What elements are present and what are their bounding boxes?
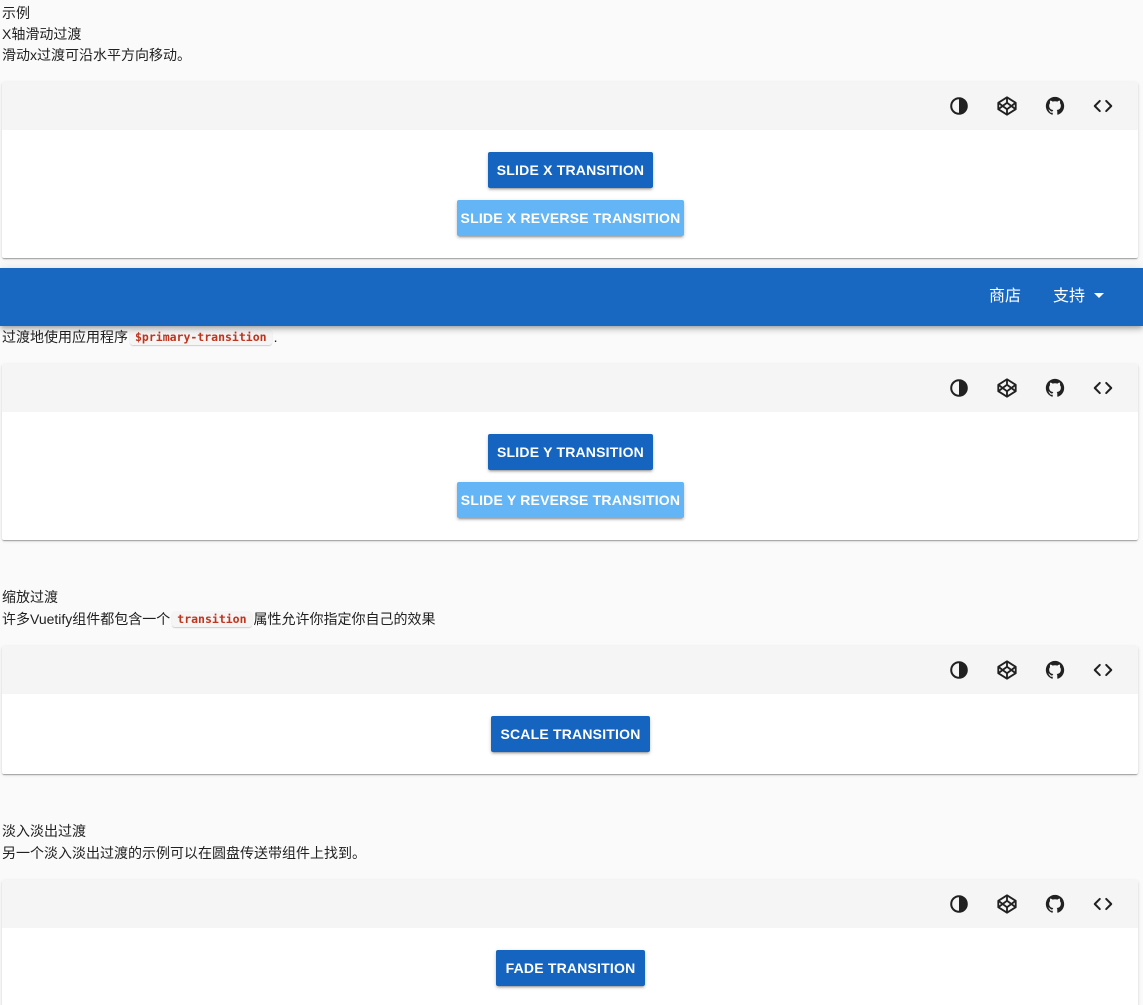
codepen-icon[interactable]	[995, 376, 1019, 400]
scale-description-before: 许多Vuetify组件都包含一个	[2, 611, 171, 627]
chevron-down-icon	[1094, 293, 1105, 298]
scale-heading: 缩放过渡	[2, 589, 58, 605]
primary-transition-text: 过渡地使用应用程序 $primary-transition.	[2, 327, 277, 348]
invert-colors-icon[interactable]	[947, 892, 971, 916]
fade-description: 另一个淡入淡出过渡的示例可以在圆盘传送带组件上找到。	[2, 845, 366, 861]
example-toolbar	[2, 880, 1138, 928]
slide-x-reverse-transition-button[interactable]: SLIDE X REVERSE TRANSITION	[457, 200, 684, 236]
primary-transition-code: $primary-transition	[130, 329, 272, 345]
section-subheading: X轴滑动过渡	[2, 26, 82, 42]
code-icon[interactable]	[1091, 658, 1115, 682]
invert-colors-icon[interactable]	[947, 376, 971, 400]
invert-colors-icon[interactable]	[947, 94, 971, 118]
transition-code: transition	[172, 611, 252, 627]
example-card-slide-x: SLIDE X TRANSITION SLIDE X REVERSE TRANS…	[2, 82, 1138, 258]
app-bar: 商店 支持	[0, 268, 1143, 326]
primary-transition-text-after: .	[273, 329, 278, 345]
example-card-slide-y: SLIDE Y TRANSITION SLIDE Y REVERSE TRANS…	[2, 364, 1138, 540]
page: 示例 X轴滑动过渡 滑动x过渡可沿水平方向移动。 SLIDE X TRANSIT…	[0, 0, 1143, 1005]
store-link[interactable]: 商店	[989, 287, 1021, 307]
scale-transition-button[interactable]: SCALE TRANSITION	[491, 716, 650, 752]
fade-heading: 淡入淡出过渡	[2, 823, 86, 839]
code-icon[interactable]	[1091, 892, 1115, 916]
slide-y-reverse-transition-button[interactable]: SLIDE Y REVERSE TRANSITION	[457, 482, 684, 518]
example-body: FADE TRANSITION	[2, 928, 1138, 1005]
example-card-fade: FADE TRANSITION	[2, 880, 1138, 1005]
slide-y-transition-button[interactable]: SLIDE Y TRANSITION	[488, 434, 653, 470]
section-description: 滑动x过渡可沿水平方向移动。	[2, 47, 191, 63]
code-icon[interactable]	[1091, 94, 1115, 118]
code-icon[interactable]	[1091, 376, 1115, 400]
codepen-icon[interactable]	[995, 658, 1019, 682]
codepen-icon[interactable]	[995, 892, 1019, 916]
example-body: SLIDE X TRANSITION SLIDE X REVERSE TRANS…	[2, 130, 1138, 258]
scale-description-after: 属性允许你指定你自己的效果	[253, 611, 436, 627]
slide-x-transition-button[interactable]: SLIDE X TRANSITION	[488, 152, 653, 188]
example-toolbar	[2, 646, 1138, 694]
primary-transition-text-before: 过渡地使用应用程序	[2, 329, 128, 345]
scale-description: 许多Vuetify组件都包含一个 transition 属性允许你指定你自己的效果	[2, 609, 436, 630]
github-icon[interactable]	[1043, 892, 1067, 916]
example-body: SLIDE Y TRANSITION SLIDE Y REVERSE TRANS…	[2, 412, 1138, 540]
invert-colors-icon[interactable]	[947, 658, 971, 682]
example-card-scale: SCALE TRANSITION	[2, 646, 1138, 774]
support-menu[interactable]: 支持	[1053, 287, 1105, 307]
example-body: SCALE TRANSITION	[2, 694, 1138, 774]
fade-transition-button[interactable]: FADE TRANSITION	[496, 950, 645, 986]
codepen-icon[interactable]	[995, 94, 1019, 118]
github-icon[interactable]	[1043, 376, 1067, 400]
section-heading: 示例	[2, 5, 30, 21]
support-label: 支持	[1053, 288, 1086, 305]
example-toolbar	[2, 82, 1138, 130]
github-icon[interactable]	[1043, 94, 1067, 118]
github-icon[interactable]	[1043, 658, 1067, 682]
example-toolbar	[2, 364, 1138, 412]
